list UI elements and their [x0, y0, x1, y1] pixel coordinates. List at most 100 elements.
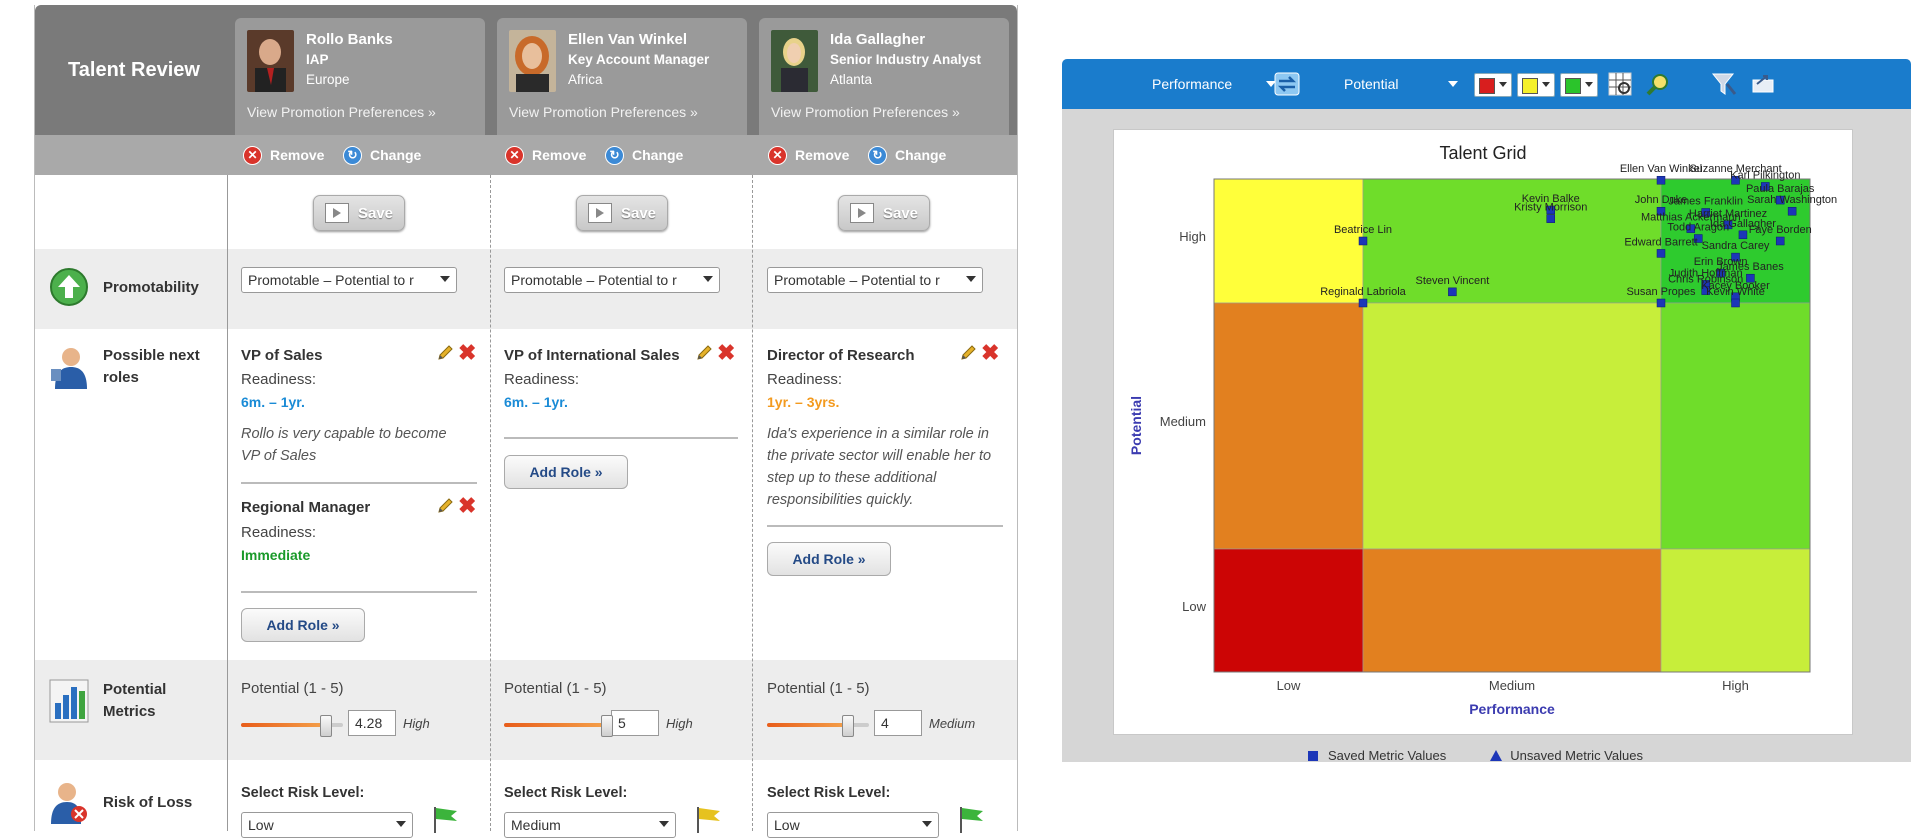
remove-button[interactable]: ✕ Remove	[243, 145, 324, 165]
y-axis-select[interactable]: Potential	[1344, 73, 1459, 95]
x-axis-select[interactable]: Performance	[1152, 73, 1277, 95]
promotability-value: Promotable – Potential to r	[511, 272, 677, 288]
role-note-line: step up to these additional	[767, 470, 937, 486]
risk-of-loss-label: Risk of Loss	[49, 780, 192, 824]
grid-icon[interactable]	[1606, 71, 1634, 97]
role-note-line: the private sector will enable her to	[767, 448, 992, 464]
chart-title: Talent Grid	[1439, 143, 1526, 163]
promotability-select[interactable]: Promotable – Potential to r	[504, 267, 720, 293]
grid-cell	[1362, 548, 1662, 673]
edit-pencil-icon[interactable]	[960, 345, 976, 361]
grid-cell	[1213, 178, 1364, 304]
talent-grid-chart-card: Talent Grid Low Medium High High Medium Low Per…	[1113, 129, 1853, 735]
high-color-picker[interactable]	[1560, 73, 1598, 97]
add-role-button[interactable]: Add Role »	[241, 608, 365, 642]
edit-pencil-icon[interactable]	[696, 345, 712, 361]
talent-review-title: Talent Review	[68, 58, 200, 81]
view-promotion-preferences-link[interactable]: View Promotion Preferences »	[771, 104, 960, 120]
potential-value-input[interactable]: 5	[611, 710, 659, 736]
remove-button[interactable]: ✕ Remove	[768, 145, 849, 165]
potential-slider-thumb[interactable]	[319, 715, 332, 737]
potential-slider-fill	[767, 723, 847, 727]
flag-icon[interactable]	[957, 805, 985, 833]
play-icon	[587, 203, 612, 223]
x-tick-label: High	[1722, 678, 1749, 693]
change-button[interactable]: ↻ Change	[343, 145, 421, 165]
zoom-icon[interactable]	[1644, 71, 1672, 97]
readiness-value: 6m. – 1yr.	[241, 394, 305, 410]
data-point-label: Kevin White	[1706, 286, 1765, 298]
remove-button[interactable]: ✕ Remove	[505, 145, 586, 165]
data-point	[1656, 175, 1666, 185]
delete-role-icon[interactable]: ✖	[981, 342, 999, 364]
promotability-value: Promotable – Potential to r	[774, 272, 940, 288]
save-button[interactable]: Save	[576, 195, 668, 231]
save-button[interactable]: Save	[313, 195, 405, 231]
change-button[interactable]: ↻ Change	[868, 145, 946, 165]
data-point-label: Karl Pilkington	[1730, 169, 1800, 181]
risk-level-select[interactable]: Low	[767, 812, 939, 838]
remove-label: Remove	[532, 147, 587, 163]
potential-slider-thumb[interactable]	[601, 715, 613, 737]
export-icon[interactable]	[1750, 71, 1778, 97]
role-note-line: VP of Sales	[241, 448, 317, 464]
view-promotion-preferences-link[interactable]: View Promotion Preferences »	[509, 104, 698, 120]
potential-slider-fill	[504, 723, 606, 727]
data-point	[1738, 230, 1748, 240]
readiness-label: Readiness:	[767, 371, 843, 388]
legend-saved-label: Saved Metric Values	[1328, 748, 1447, 763]
edit-pencil-icon[interactable]	[437, 498, 453, 514]
employee-location: Atlanta	[830, 72, 873, 87]
flag-icon[interactable]	[694, 805, 722, 833]
save-label: Save	[357, 204, 394, 222]
grid-cell	[1660, 548, 1811, 673]
potential-value-input[interactable]: 4.28	[348, 710, 396, 736]
risk-level-select[interactable]: Low	[241, 812, 413, 838]
potential-level: High	[666, 716, 693, 731]
chevron-down-icon	[1542, 82, 1550, 87]
potential-value-input[interactable]: 4	[874, 710, 922, 736]
employee-name: Ida Gallagher	[830, 31, 926, 48]
data-point-label: James Franklin	[1668, 195, 1743, 207]
data-point	[1656, 249, 1666, 258]
y-tick-label: Medium	[1160, 414, 1206, 429]
potential-level: Medium	[929, 716, 976, 731]
data-point	[1358, 236, 1368, 246]
potential-label: Potential (1 - 5)	[767, 680, 870, 697]
x-tick-label: Medium	[1489, 678, 1535, 693]
delete-role-icon[interactable]: ✖	[458, 342, 476, 364]
column-divider	[227, 175, 228, 831]
x-axis-label: Performance	[1469, 701, 1555, 717]
data-point	[1731, 298, 1740, 308]
view-promotion-preferences-link[interactable]: View Promotion Preferences »	[247, 104, 436, 120]
role-title: VP of International Sales	[504, 347, 680, 364]
promotability-select[interactable]: Promotable – Potential to r	[767, 267, 983, 293]
risk-level-select[interactable]: Medium	[504, 812, 676, 838]
delete-role-icon[interactable]: ✖	[458, 495, 476, 517]
add-role-button[interactable]: Add Role »	[767, 542, 891, 576]
change-button[interactable]: ↻ Change	[605, 145, 683, 165]
save-button[interactable]: Save	[838, 195, 930, 231]
data-point	[1358, 298, 1368, 308]
grid-cell	[1213, 302, 1364, 550]
change-icon: ↻	[868, 145, 887, 165]
delete-role-icon[interactable]: ✖	[717, 342, 735, 364]
data-point-label: Edward Barrett	[1624, 236, 1697, 248]
add-role-button[interactable]: Add Role »	[504, 455, 628, 489]
change-label: Change	[370, 147, 422, 163]
role-title: VP of Sales	[241, 347, 323, 364]
potential-slider-thumb[interactable]	[841, 715, 854, 737]
promotability-select[interactable]: Promotable – Potential to r	[241, 267, 457, 293]
low-color-picker[interactable]	[1474, 73, 1512, 97]
readiness-value: Immediate	[241, 547, 311, 563]
edit-pencil-icon[interactable]	[437, 345, 453, 361]
flag-icon[interactable]	[431, 805, 459, 833]
bar-chart-icon	[49, 679, 89, 723]
y-axis-select-value: Potential	[1344, 76, 1399, 92]
role-divider	[767, 525, 1003, 527]
mid-color-picker[interactable]	[1517, 73, 1555, 97]
funnel-icon[interactable]	[1710, 71, 1738, 97]
data-point-label: Kristy Morrison	[1514, 202, 1587, 214]
swap-icon[interactable]	[1273, 71, 1301, 97]
save-label: Save	[620, 204, 657, 222]
